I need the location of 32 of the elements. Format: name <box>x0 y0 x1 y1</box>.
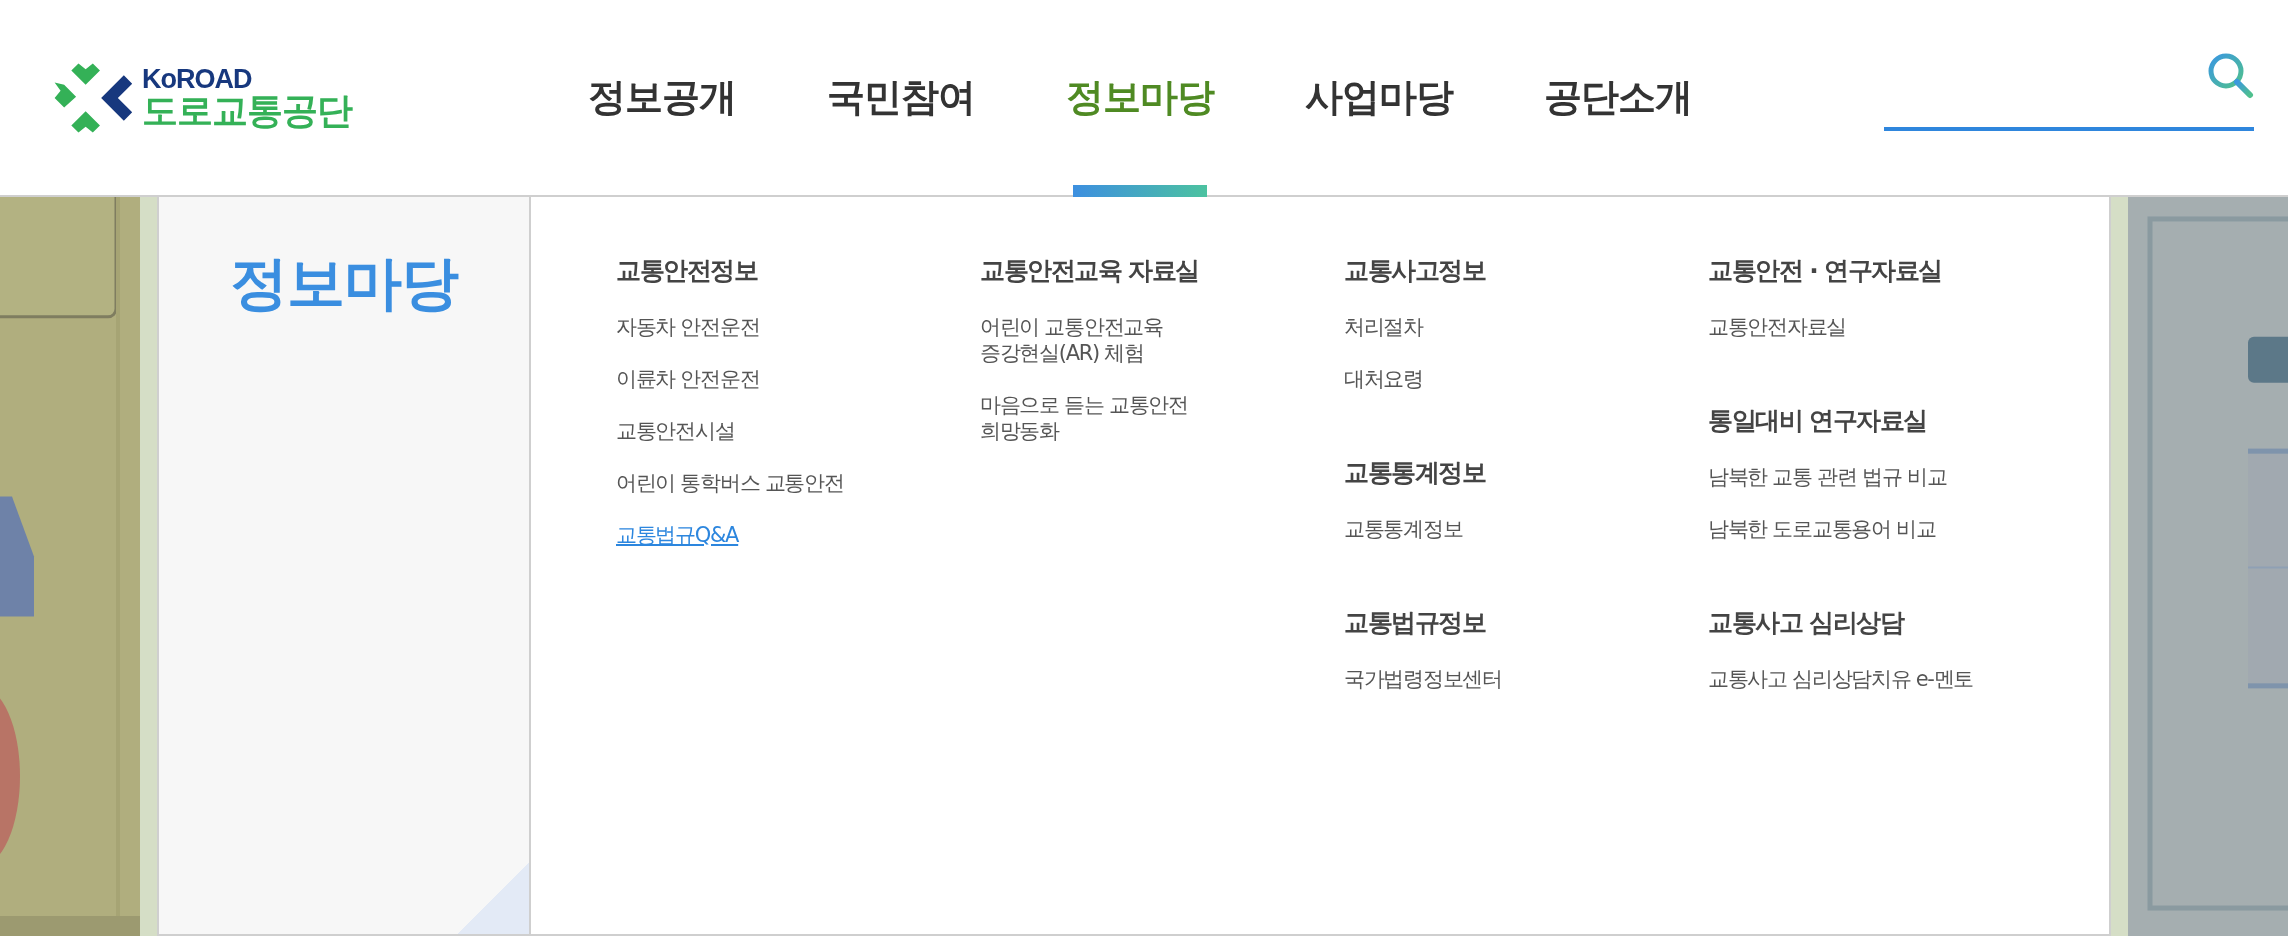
menu-link[interactable]: 자동차 안전운전 <box>616 314 760 340</box>
menu-link[interactable]: 교통법규Q&A <box>616 522 739 548</box>
nav-menu-item[interactable]: 사업마당 <box>1259 0 1498 195</box>
menu-heading[interactable]: 교통사고정보 <box>1344 254 1485 288</box>
menu-title: 정보마당 <box>230 248 458 319</box>
menu-heading[interactable]: 교통안전 · 연구자료실 <box>1708 254 1942 288</box>
menu-link[interactable]: 이륜차 안전운전 <box>616 366 760 392</box>
menu-link[interactable]: 마음으로 듣는 교통안전 희망동화 <box>980 392 1188 444</box>
logo-name: 도로교통공단 <box>142 93 352 129</box>
menu-heading[interactable]: 교통안전교육 자료실 <box>980 254 1199 288</box>
menu-link[interactable]: 어린이 교통안전교육 증강현실(AR) 체험 <box>980 314 1163 366</box>
menu-heading[interactable]: 교통법규정보 <box>1344 606 1485 640</box>
menu-heading[interactable]: 교통통계정보 <box>1344 456 1485 490</box>
menu-link[interactable]: 처리절차 <box>1344 314 1423 340</box>
menu-link[interactable]: 교통사고 심리상담치유 e-멘토 <box>1708 666 1974 692</box>
nav-menu-item[interactable]: 국민참여 <box>781 0 1020 195</box>
logo[interactable]: KoROAD 도로교통공단 <box>52 60 352 135</box>
menu-heading[interactable]: 교통안전정보 <box>616 254 757 288</box>
menu-link[interactable]: 교통통계정보 <box>1344 516 1463 542</box>
menu-heading[interactable]: 통일대비 연구자료실 <box>1708 404 1927 438</box>
nav-menu-item[interactable]: 공단소개 <box>1498 0 1737 195</box>
nav-menu-item[interactable]: 정보공개 <box>542 0 781 195</box>
menu-link[interactable]: 국가법령정보센터 <box>1344 666 1502 692</box>
logo-brand: KoROAD <box>142 66 253 93</box>
menu-heading[interactable]: 교통사고 심리상담 <box>1708 606 1904 640</box>
menu-link[interactable]: 남북한 도로교통용어 비교 <box>1708 516 1936 542</box>
menu-link[interactable]: 대처요령 <box>1344 366 1423 392</box>
menu-link[interactable]: 어린이 통학버스 교통안전 <box>616 470 844 496</box>
menu-link[interactable]: 교통안전자료실 <box>1708 314 1846 340</box>
menu-link[interactable]: 남북한 교통 관련 법규 비교 <box>1708 464 1947 490</box>
menu-link[interactable]: 교통안전시설 <box>616 418 735 444</box>
nav-menu-item[interactable]: 정보마당 <box>1020 0 1259 195</box>
